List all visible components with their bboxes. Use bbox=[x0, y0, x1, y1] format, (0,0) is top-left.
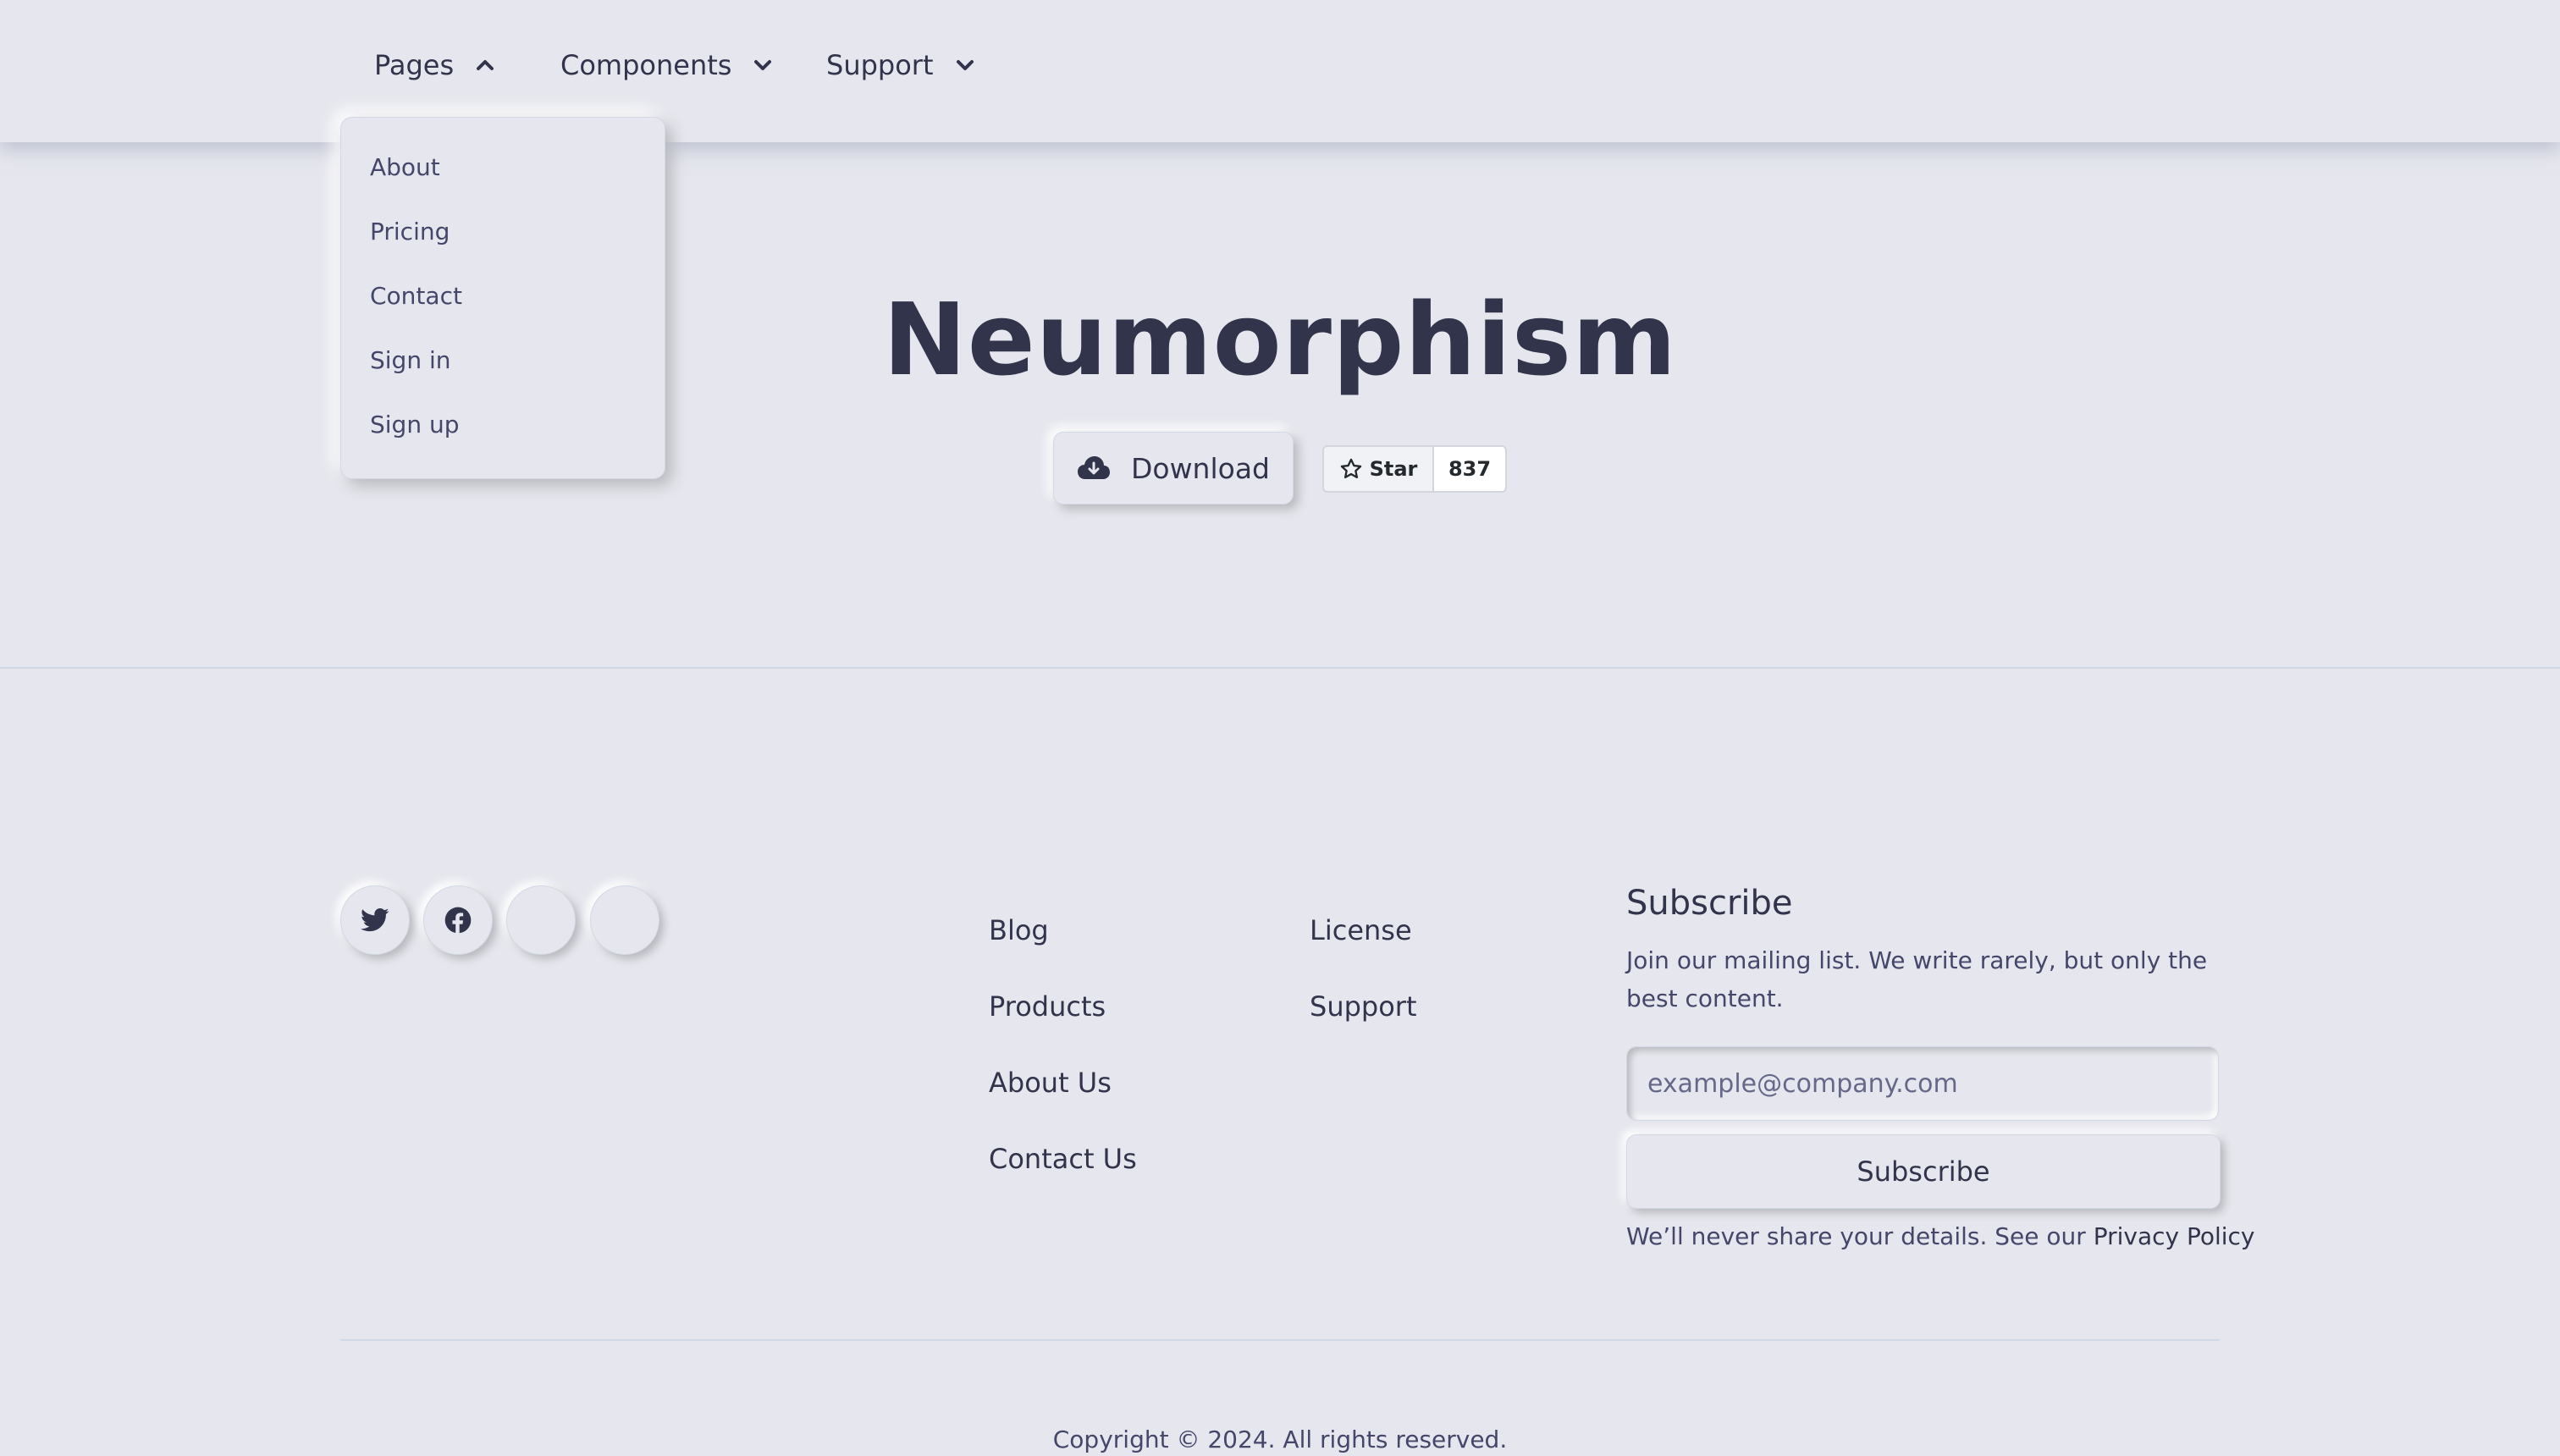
facebook-icon bbox=[444, 907, 472, 934]
twitter-icon bbox=[361, 907, 389, 932]
nav-pages[interactable]: Pages bbox=[374, 44, 494, 86]
subscribe-note-text: We’ll never share your details. See our bbox=[1626, 1222, 2094, 1250]
email-field[interactable] bbox=[1626, 1046, 2219, 1121]
subscribe-title: Subscribe bbox=[1626, 884, 1793, 923]
footer-link-about-us[interactable]: About Us bbox=[989, 1067, 1112, 1099]
footer-divider bbox=[340, 1339, 2220, 1341]
github-star-count[interactable]: 837 bbox=[1434, 447, 1505, 491]
subscribe-note: We’ll never share your details. See our … bbox=[1626, 1222, 2255, 1250]
nav-support-label: Support bbox=[826, 49, 934, 81]
dropdown-item-sign-up[interactable]: Sign up bbox=[370, 411, 460, 438]
dropdown-item-contact[interactable]: Contact bbox=[370, 282, 462, 310]
footer-link-support[interactable]: Support bbox=[1310, 990, 1417, 1023]
privacy-policy-link[interactable]: Privacy Policy bbox=[2094, 1222, 2255, 1250]
star-icon bbox=[1340, 458, 1361, 479]
footer-link-products[interactable]: Products bbox=[989, 990, 1106, 1023]
cloud-download-icon bbox=[1077, 456, 1110, 479]
footer-link-contact-us[interactable]: Contact Us bbox=[989, 1143, 1137, 1175]
chevron-up-icon bbox=[476, 59, 494, 71]
nav-support[interactable]: Support bbox=[826, 44, 974, 86]
section-divider bbox=[0, 667, 2560, 669]
download-button-label: Download bbox=[1130, 451, 1271, 485]
dropdown-item-sign-in[interactable]: Sign in bbox=[370, 346, 451, 374]
blank-social-button[interactable] bbox=[506, 885, 576, 955]
footer-link-blog[interactable]: Blog bbox=[989, 914, 1049, 946]
facebook-button[interactable] bbox=[423, 885, 493, 955]
twitter-button[interactable] bbox=[340, 885, 410, 955]
github-star-button[interactable]: Star bbox=[1324, 447, 1434, 491]
blank-social-button[interactable] bbox=[590, 885, 659, 955]
subscribe-description: Join our mailing list. We write rarely, … bbox=[1626, 946, 2208, 1012]
footer-link-license[interactable]: License bbox=[1310, 914, 1412, 946]
github-star-label: Star bbox=[1369, 457, 1418, 481]
chevron-down-icon bbox=[956, 59, 974, 71]
copyright-text: Copyright © 2024. All rights reserved. bbox=[1052, 1426, 1508, 1453]
github-star-widget: Star 837 bbox=[1322, 445, 1507, 493]
chevron-down-icon bbox=[753, 59, 772, 71]
nav-components[interactable]: Components bbox=[560, 44, 772, 86]
download-button[interactable]: Download bbox=[1053, 432, 1294, 505]
page: Pages Components Support About Pricing C… bbox=[0, 0, 2560, 1456]
nav-pages-label: Pages bbox=[374, 49, 455, 81]
nav-components-label: Components bbox=[560, 49, 732, 81]
dropdown-item-pricing[interactable]: Pricing bbox=[370, 218, 450, 245]
subscribe-button[interactable]: Subscribe bbox=[1626, 1134, 2221, 1209]
dropdown-item-about[interactable]: About bbox=[370, 153, 440, 181]
pages-dropdown-menu: About Pricing Contact Sign in Sign up bbox=[340, 117, 665, 479]
